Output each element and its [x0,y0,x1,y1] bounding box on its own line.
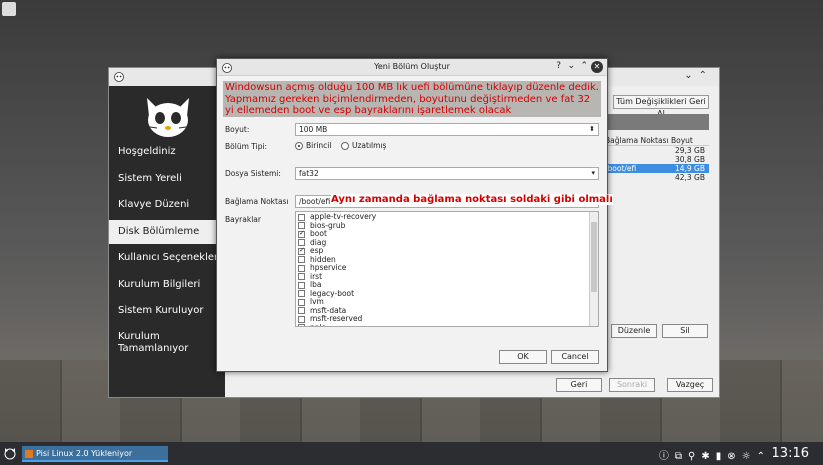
dialog-title: Yeni Bölüm Oluştur [374,62,450,71]
type-extended-radio[interactable]: Uzatılmış [341,141,386,150]
type-primary-radio[interactable]: Birincil [295,141,331,150]
sidebar-item-users: Kullanıcı Seçenekleri [118,252,221,263]
system-tray-icons[interactable]: ⓘ⧉⚲✱▮⊗☼⌃ [659,447,771,462]
sidebar-item-installing: Sistem Kuruluyor [118,305,204,316]
table-row[interactable]: /boot/efi 14,9 GB [605,164,709,173]
annotation-text: Windowsun açmış olduğu 100 MB lık uefi b… [223,81,601,117]
table-row[interactable]: 30,8 GB [605,155,709,164]
checkbox-icon[interactable] [298,298,305,306]
next-button[interactable]: Sonraki [609,378,655,392]
spin-arrows-icon[interactable]: ⬍ [589,124,595,135]
flags-scrollbar[interactable] [589,212,598,326]
dialog-titlebar: Yeni Bölüm Oluştur ? ⌄ ⌃ ✕ [217,59,607,76]
size-spinbox[interactable]: 100 MB ⬍ [295,123,599,136]
pisi-cat-logo [142,98,194,137]
filesystem-select[interactable]: fat32 ▾ [295,167,599,180]
help-icon[interactable]: ? [556,61,561,71]
revert-all-button[interactable]: Tüm Değişiklikleri Geri Al [613,95,709,118]
sidebar-item-welcome: Hoşgeldiniz [118,146,176,157]
edit-button[interactable]: Düzenle [611,324,657,338]
partition-table: Bağlama Noktası Boyut 29,3 GB 30,8 GB /b… [605,136,709,182]
radio-unchecked-icon [341,142,349,150]
table-header: Bağlama Noktası Boyut [605,136,709,146]
checkbox-icon[interactable] [298,290,305,297]
filesystem-label: Dosya Sistemi: [225,169,281,178]
app-launcher-icon[interactable] [3,446,17,460]
clock[interactable]: 13:16 [772,446,809,461]
maximize-icon[interactable]: ⌃ [580,61,588,71]
mount-label: Bağlama Noktası [225,197,289,206]
sidebar-item-summary: Kurulum Bilgileri [118,279,201,290]
desktop-menu-icon[interactable] [2,2,16,16]
sidebar-item-finishing: Kurulum Tamamlanıyor [118,331,189,354]
taskbar: Pisi Linux 2.0 Yükleniyor ⓘ⧉⚲✱▮⊗☼⌃ 13:16 [0,442,823,465]
cat-logo-icon [114,72,124,82]
checkbox-checked-icon[interactable] [298,246,305,255]
close-icon[interactable]: ✕ [591,61,603,73]
chevron-down-icon: ▾ [591,169,595,177]
back-button[interactable]: Geri [556,378,602,392]
list-item[interactable]: palo [298,323,326,326]
checkbox-icon[interactable] [298,315,305,323]
ok-button[interactable]: OK [499,350,547,364]
radio-checked-icon [295,142,303,150]
table-row[interactable]: 29,3 GB [605,146,709,155]
sidebar-item-locale: Sistem Yereli [118,173,182,184]
checkbox-icon[interactable] [298,213,305,221]
checkbox-icon[interactable] [298,281,305,289]
window-controls[interactable]: ⌄⌃ [684,70,713,81]
minimize-icon[interactable]: ⌄ [567,61,575,71]
flags-label: Bayraklar [225,215,261,224]
checkbox-checked-icon[interactable] [298,229,305,238]
checkbox-icon[interactable] [298,264,305,272]
installer-sidebar: Hoşgeldiniz Sistem Yereli Klavye Düzeni … [109,86,231,397]
delete-button[interactable]: Sil [662,324,708,338]
scrollbar-thumb[interactable] [591,222,597,292]
app-icon [25,450,33,458]
cancel-install-button[interactable]: Vazgeç [667,378,713,392]
checkbox-icon[interactable] [298,324,305,326]
disk-bar [605,114,709,130]
checkbox-icon[interactable] [298,273,305,280]
checkbox-icon[interactable] [298,307,305,314]
table-row[interactable]: 42,3 GB [605,173,709,182]
flags-list[interactable]: apple-tv-recovery bios-grub boot diag es… [295,211,599,327]
cancel-button[interactable]: Cancel [551,350,599,364]
taskbar-app-installer[interactable]: Pisi Linux 2.0 Yükleniyor [22,446,168,462]
mount-annotation-text: Aynı zamanda bağlama noktası soldaki gib… [331,194,613,205]
size-label: Boyut: [225,125,250,134]
sidebar-item-partitioning: Disk Bölümleme [109,220,231,244]
new-partition-dialog: Yeni Bölüm Oluştur ? ⌄ ⌃ ✕ Windowsun açm… [216,58,613,372]
checkbox-icon[interactable] [298,256,305,263]
type-label: Bölüm Tipi: [225,142,268,151]
